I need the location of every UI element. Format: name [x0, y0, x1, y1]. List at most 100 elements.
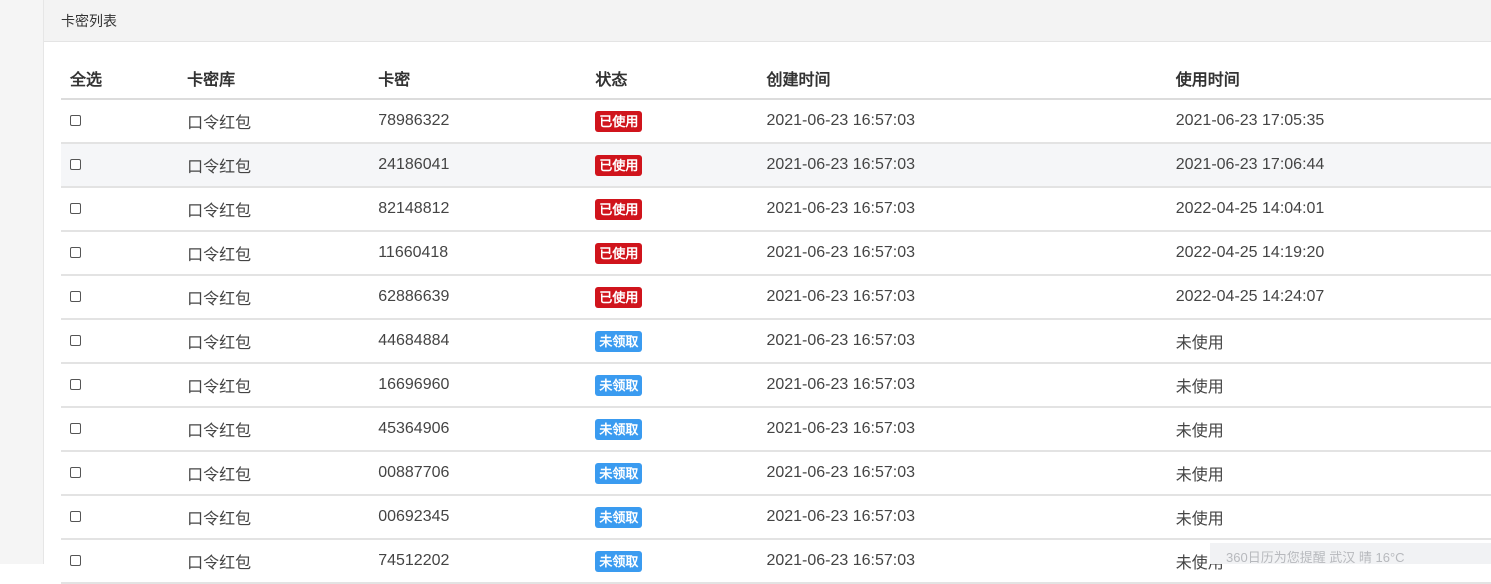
row-checkbox-cell: [61, 407, 188, 452]
card-key-header: 卡密: [378, 58, 596, 100]
created-cell: 2021-06-23 16:57:03: [766, 319, 1176, 364]
row-checkbox[interactable]: [70, 203, 81, 215]
created-cell: 2021-06-23 16:57:03: [766, 231, 1176, 276]
used-at-cell: 未使用: [1175, 319, 1491, 364]
table-row: 口令红包 24186041 已使用 2021-06-23 16:57:03 2021-0…: [61, 143, 1491, 188]
row-checkbox-cell: [61, 187, 188, 232]
card-key-cell: 24186041: [378, 143, 596, 188]
card-table: 全选 卡密库 卡密 状态 创建时间 使用时间 口令红包 78986322 已使用 20…: [61, 58, 1491, 584]
status-cell: 未领取: [595, 451, 767, 496]
row-checkbox-cell: [61, 143, 188, 188]
library-cell: 口令红包: [187, 275, 379, 320]
status-cell: 已使用: [595, 99, 767, 144]
row-checkbox[interactable]: [70, 511, 81, 523]
created-cell: 2021-06-23 16:57:03: [766, 407, 1176, 452]
card-key-cell: 11660418: [378, 231, 596, 276]
row-checkbox-cell: [61, 363, 188, 408]
status-header: 状态: [595, 58, 767, 100]
status-badge: 未领取: [595, 330, 643, 352]
weather-tip: 360日历为您提醒 武汉 晴 16°C: [1210, 543, 1491, 564]
card-table-wrapper: 全选 卡密库 卡密 状态 创建时间 使用时间 口令红包 78986322 已使用 20…: [61, 58, 1491, 584]
status-cell: 未领取: [595, 539, 767, 584]
used-at-header: 使用时间: [1175, 58, 1491, 100]
created-header: 创建时间: [766, 58, 1176, 100]
table-row: 口令红包 78986322 已使用 2021-06-23 16:57:03 2021-0…: [61, 99, 1491, 144]
card-key-cell: 16696960: [378, 363, 596, 408]
created-cell: 2021-06-23 16:57:03: [766, 143, 1176, 188]
used-at-cell: 2021-06-23 17:05:35: [1175, 99, 1491, 144]
library-cell: 口令红包: [187, 319, 379, 364]
status-badge: 未领取: [595, 418, 643, 440]
library-cell: 口令红包: [187, 539, 379, 584]
status-badge: 未领取: [595, 506, 643, 528]
created-cell: 2021-06-23 16:57:03: [766, 495, 1176, 540]
created-cell: 2021-06-23 16:57:03: [766, 451, 1176, 496]
library-cell: 口令红包: [187, 187, 379, 232]
created-cell: 2021-06-23 16:57:03: [766, 187, 1176, 232]
row-checkbox-cell: [61, 451, 188, 496]
row-checkbox-cell: [61, 319, 188, 364]
row-checkbox-cell: [61, 99, 188, 144]
status-cell: 已使用: [595, 275, 767, 320]
row-checkbox[interactable]: [70, 335, 81, 347]
used-at-cell: 2022-04-25 14:19:20: [1175, 231, 1491, 276]
table-row: 口令红包 62886639 已使用 2021-06-23 16:57:03 2022-0…: [61, 275, 1491, 320]
table-row: 口令红包 82148812 已使用 2021-06-23 16:57:03 2022-0…: [61, 187, 1491, 232]
left-gutter: [0, 0, 44, 564]
library-cell: 口令红包: [187, 495, 379, 540]
row-checkbox-cell: [61, 231, 188, 276]
table-row: 口令红包 44684884 未领取 2021-06-23 16:57:03 未使用: [61, 319, 1491, 364]
card-key-cell: 00692345: [378, 495, 596, 540]
status-cell: 未领取: [595, 407, 767, 452]
row-checkbox[interactable]: [70, 159, 81, 171]
status-badge: 已使用: [595, 286, 643, 308]
created-cell: 2021-06-23 16:57:03: [766, 539, 1176, 584]
status-cell: 已使用: [595, 231, 767, 276]
row-checkbox[interactable]: [70, 379, 81, 391]
row-checkbox[interactable]: [70, 247, 81, 259]
status-badge: 已使用: [595, 242, 643, 264]
library-cell: 口令红包: [187, 143, 379, 188]
used-at-cell: 2022-04-25 14:04:01: [1175, 187, 1491, 232]
row-checkbox[interactable]: [70, 291, 81, 303]
table-row: 口令红包 45364906 未领取 2021-06-23 16:57:03 未使用: [61, 407, 1491, 452]
library-cell: 口令红包: [187, 407, 379, 452]
created-cell: 2021-06-23 16:57:03: [766, 99, 1176, 144]
table-row: 口令红包 11660418 已使用 2021-06-23 16:57:03 2022-0…: [61, 231, 1491, 276]
card-key-cell: 44684884: [378, 319, 596, 364]
created-cell: 2021-06-23 16:57:03: [766, 275, 1176, 320]
status-cell: 已使用: [595, 143, 767, 188]
card-list-panel: 卡密列表 全选 卡密库 卡密 状态 创建时间 使用时间 口令红包 78986322…: [44, 0, 1491, 584]
table-header-row: 全选 卡密库 卡密 状态 创建时间 使用时间: [61, 58, 1491, 100]
row-checkbox[interactable]: [70, 423, 81, 435]
library-header: 卡密库: [187, 58, 379, 100]
used-at-cell: 未使用: [1175, 407, 1491, 452]
select-all-header[interactable]: 全选: [61, 58, 188, 100]
card-key-cell: 45364906: [378, 407, 596, 452]
status-badge: 未领取: [595, 462, 643, 484]
row-checkbox-cell: [61, 495, 188, 540]
status-cell: 未领取: [595, 319, 767, 364]
status-badge: 已使用: [595, 198, 643, 220]
status-badge: 未领取: [595, 550, 643, 572]
library-cell: 口令红包: [187, 363, 379, 408]
card-key-cell: 00887706: [378, 451, 596, 496]
row-checkbox-cell: [61, 275, 188, 320]
status-badge: 未领取: [595, 374, 643, 396]
library-cell: 口令红包: [187, 231, 379, 276]
table-row: 口令红包 00692345 未领取 2021-06-23 16:57:03 未使用: [61, 495, 1491, 540]
status-badge: 已使用: [595, 110, 643, 132]
used-at-cell: 2021-06-23 17:06:44: [1175, 143, 1491, 188]
card-key-cell: 74512202: [378, 539, 596, 584]
status-cell: 未领取: [595, 495, 767, 540]
library-cell: 口令红包: [187, 451, 379, 496]
row-checkbox-cell: [61, 539, 188, 584]
row-checkbox[interactable]: [70, 555, 81, 567]
used-at-cell: 2022-04-25 14:24:07: [1175, 275, 1491, 320]
used-at-cell: 未使用: [1175, 495, 1491, 540]
status-cell: 未领取: [595, 363, 767, 408]
status-badge: 已使用: [595, 154, 643, 176]
card-key-cell: 78986322: [378, 99, 596, 144]
row-checkbox[interactable]: [70, 467, 81, 479]
row-checkbox[interactable]: [70, 115, 81, 127]
